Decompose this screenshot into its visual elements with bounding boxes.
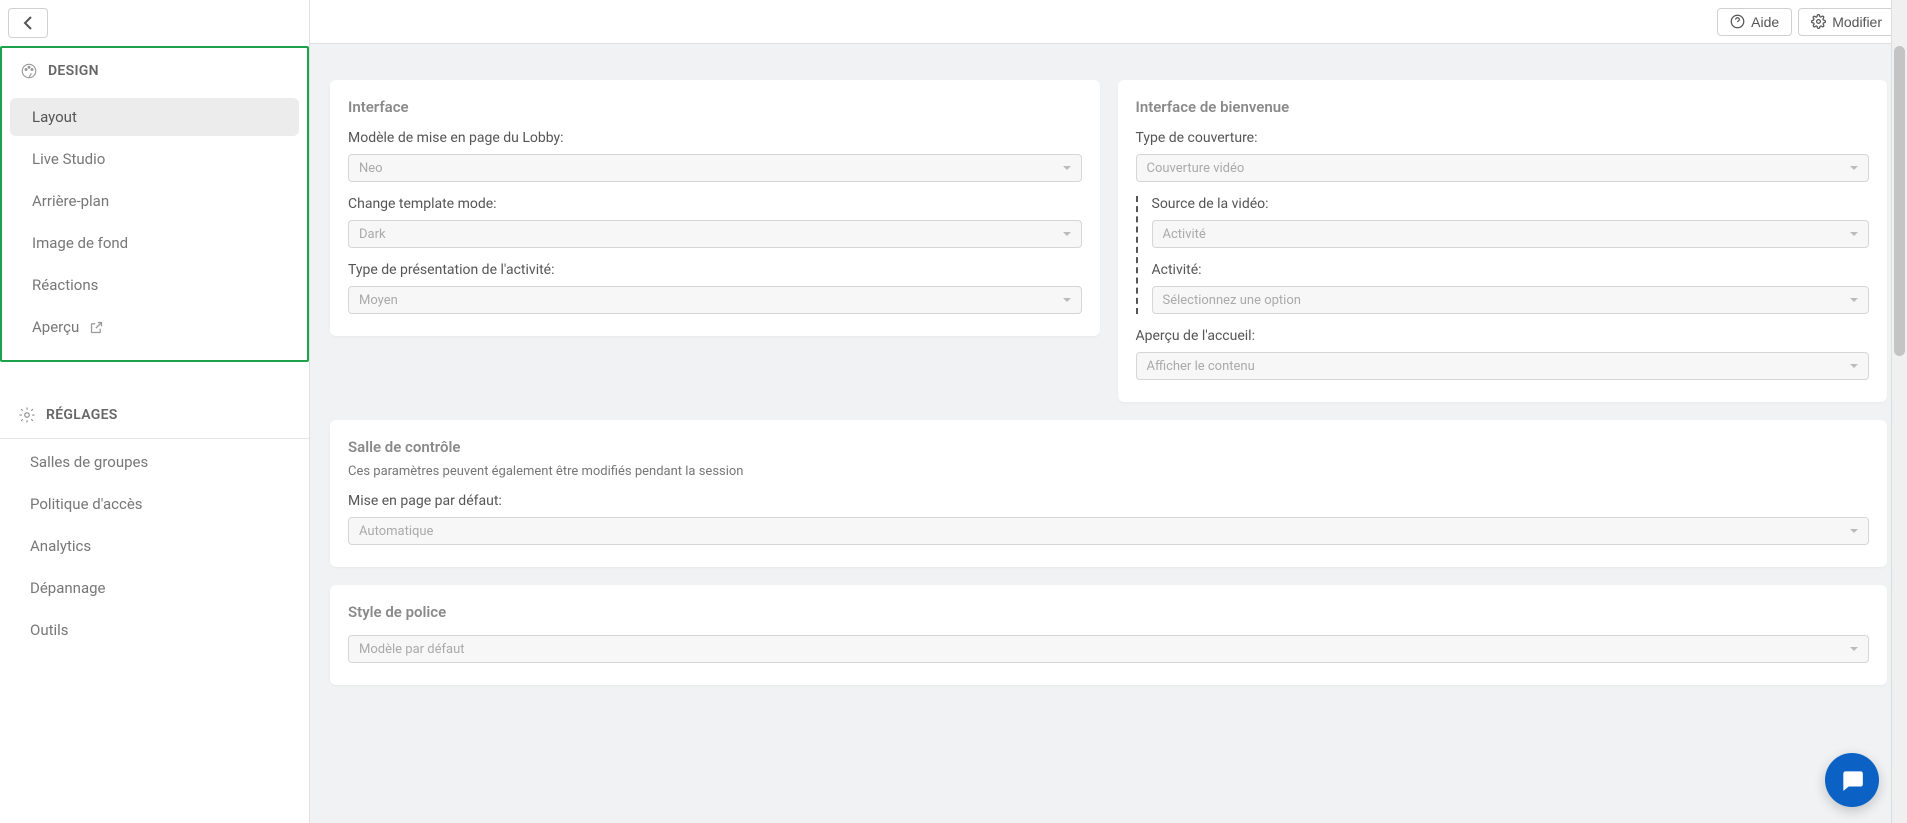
template-mode-select[interactable]: Dark bbox=[348, 220, 1082, 248]
reglages-section: RÉGLAGES Salles de groupes Politique d'a… bbox=[0, 392, 309, 663]
reglages-header: RÉGLAGES bbox=[0, 392, 309, 439]
sidebar-item-live-studio[interactable]: Live Studio bbox=[10, 140, 299, 178]
modify-button[interactable]: Modifier bbox=[1798, 8, 1895, 36]
sidebar-item-politique-acces[interactable]: Politique d'accès bbox=[8, 485, 301, 523]
sidebar-item-label: Analytics bbox=[30, 537, 91, 555]
help-icon bbox=[1730, 14, 1745, 29]
interface-card: Interface Modèle de mise en page du Lobb… bbox=[330, 80, 1100, 336]
select-value: Dark bbox=[359, 227, 386, 242]
scrollbar-thumb[interactable] bbox=[1894, 46, 1905, 356]
vertical-scrollbar[interactable] bbox=[1891, 0, 1907, 823]
gear-icon bbox=[1811, 14, 1826, 29]
design-header-label: DESIGN bbox=[48, 63, 99, 79]
home-preview-select[interactable]: Afficher le contenu bbox=[1136, 352, 1870, 380]
reglages-header-label: RÉGLAGES bbox=[46, 407, 118, 423]
sidebar-item-label: Layout bbox=[32, 108, 77, 126]
lobby-layout-label: Modèle de mise en page du Lobby: bbox=[348, 130, 1082, 146]
sidebar-item-image-de-fond[interactable]: Image de fond bbox=[10, 224, 299, 262]
default-layout-label: Mise en page par défaut: bbox=[348, 493, 1869, 509]
activity-select[interactable]: Sélectionnez une option bbox=[1152, 286, 1870, 314]
presentation-type-label: Type de présentation de l'activité: bbox=[348, 262, 1082, 278]
sidebar-item-label: Arrière-plan bbox=[32, 192, 109, 210]
lobby-layout-select[interactable]: Neo bbox=[348, 154, 1082, 182]
chevron-down-icon bbox=[1850, 364, 1858, 368]
design-header: DESIGN bbox=[2, 48, 307, 94]
welcome-interface-card: Interface de bienvenue Type de couvertur… bbox=[1118, 80, 1888, 402]
font-style-title: Style de police bbox=[348, 603, 1869, 621]
select-value: Sélectionnez une option bbox=[1163, 293, 1301, 308]
select-value: Afficher le contenu bbox=[1147, 359, 1255, 374]
chat-widget-button[interactable] bbox=[1825, 753, 1879, 807]
interface-card-title: Interface bbox=[348, 98, 1082, 116]
help-button[interactable]: Aide bbox=[1717, 8, 1792, 36]
design-section: DESIGN Layout Live Studio Arrière-plan I… bbox=[0, 46, 309, 362]
sidebar-item-label: Outils bbox=[30, 621, 69, 639]
select-value: Moyen bbox=[359, 293, 398, 308]
chevron-down-icon bbox=[1850, 298, 1858, 302]
sidebar-item-apercu[interactable]: Aperçu bbox=[10, 308, 299, 346]
help-button-label: Aide bbox=[1751, 14, 1779, 30]
video-source-select[interactable]: Activité bbox=[1152, 220, 1870, 248]
sidebar-item-label: Live Studio bbox=[32, 150, 105, 168]
activity-label: Activité: bbox=[1152, 262, 1870, 278]
sidebar-item-arriere-plan[interactable]: Arrière-plan bbox=[10, 182, 299, 220]
gear-icon bbox=[18, 406, 36, 424]
control-room-card: Salle de contrôle Ces paramètres peuvent… bbox=[330, 420, 1887, 567]
back-button[interactable] bbox=[8, 8, 48, 38]
sidebar: DESIGN Layout Live Studio Arrière-plan I… bbox=[0, 0, 310, 823]
chevron-down-icon bbox=[1063, 232, 1071, 236]
main-content: Aide Modifier Interface bbox=[310, 0, 1907, 823]
font-style-card: Style de police Modèle par défaut bbox=[330, 585, 1887, 685]
modify-button-label: Modifier bbox=[1832, 14, 1882, 30]
sidebar-item-label: Image de fond bbox=[32, 234, 128, 252]
welcome-card-title: Interface de bienvenue bbox=[1136, 98, 1870, 116]
sidebar-item-reactions[interactable]: Réactions bbox=[10, 266, 299, 304]
chevron-down-icon bbox=[1850, 529, 1858, 533]
content-area: Interface Modèle de mise en page du Lobb… bbox=[310, 44, 1907, 823]
cover-type-select[interactable]: Couverture vidéo bbox=[1136, 154, 1870, 182]
chat-icon bbox=[1839, 767, 1865, 793]
select-value: Modèle par défaut bbox=[359, 642, 465, 657]
chevron-left-icon bbox=[23, 16, 33, 30]
default-layout-select[interactable]: Automatique bbox=[348, 517, 1869, 545]
chevron-down-icon bbox=[1850, 232, 1858, 236]
chevron-down-icon bbox=[1063, 166, 1071, 170]
sidebar-item-label: Aperçu bbox=[32, 318, 79, 336]
font-style-select[interactable]: Modèle par défaut bbox=[348, 635, 1869, 663]
home-preview-label: Aperçu de l'accueil: bbox=[1136, 328, 1870, 344]
select-value: Neo bbox=[359, 161, 383, 176]
select-value: Activité bbox=[1163, 227, 1206, 242]
cover-type-label: Type de couverture: bbox=[1136, 130, 1870, 146]
select-value: Automatique bbox=[359, 524, 433, 539]
control-room-subtitle: Ces paramètres peuvent également être mo… bbox=[348, 464, 1869, 479]
sidebar-item-salles-de-groupes[interactable]: Salles de groupes bbox=[8, 443, 301, 481]
presentation-type-select[interactable]: Moyen bbox=[348, 286, 1082, 314]
topbar: Aide Modifier bbox=[310, 0, 1907, 44]
sidebar-item-label: Réactions bbox=[32, 276, 98, 294]
external-link-icon bbox=[89, 320, 104, 335]
design-nav-list: Layout Live Studio Arrière-plan Image de… bbox=[2, 94, 307, 360]
chevron-down-icon bbox=[1063, 298, 1071, 302]
reglages-nav-list: Salles de groupes Politique d'accès Anal… bbox=[0, 439, 309, 663]
control-room-title: Salle de contrôle bbox=[348, 438, 1869, 456]
select-value: Couverture vidéo bbox=[1147, 161, 1245, 176]
sidebar-item-depannage[interactable]: Dépannage bbox=[8, 569, 301, 607]
sidebar-item-label: Salles de groupes bbox=[30, 453, 148, 471]
sidebar-item-label: Politique d'accès bbox=[30, 495, 143, 513]
sidebar-item-outils[interactable]: Outils bbox=[8, 611, 301, 649]
sidebar-item-analytics[interactable]: Analytics bbox=[8, 527, 301, 565]
sidebar-item-label: Dépannage bbox=[30, 579, 105, 597]
chevron-down-icon bbox=[1850, 647, 1858, 651]
palette-icon bbox=[20, 62, 38, 80]
chevron-down-icon bbox=[1850, 166, 1858, 170]
template-mode-label: Change template mode: bbox=[348, 196, 1082, 212]
sidebar-item-layout[interactable]: Layout bbox=[10, 98, 299, 136]
video-source-label: Source de la vidéo: bbox=[1152, 196, 1870, 212]
